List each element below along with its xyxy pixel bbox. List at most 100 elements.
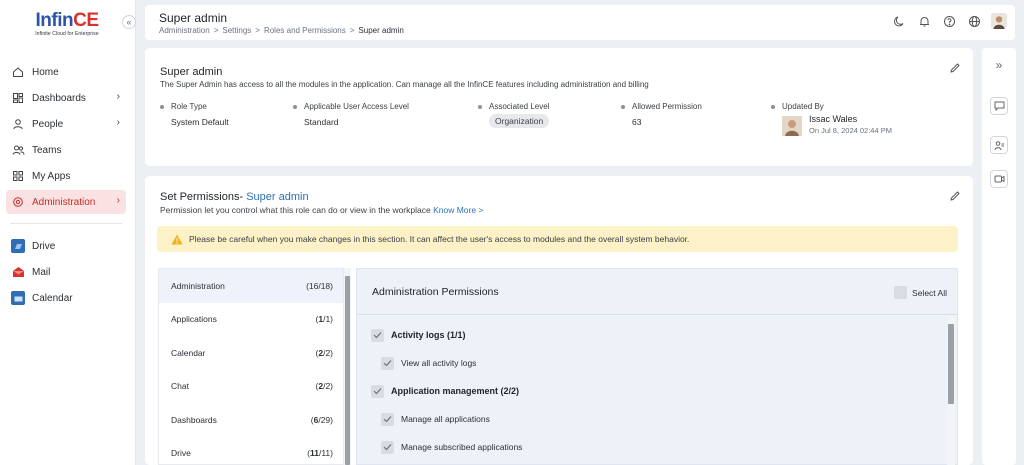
calendar-icon <box>11 291 25 305</box>
bullet-dot <box>160 104 164 109</box>
contacts-icon[interactable] <box>990 136 1008 154</box>
updated-date: On Jul 8, 2024 02:44 PM <box>809 126 892 135</box>
permissions-title-prefix: Set Permissions- <box>160 191 247 203</box>
permission-item-manage-subscribed-applications[interactable]: Manage subscribed applications <box>371 433 957 461</box>
right-rail: » <box>982 48 1016 465</box>
permission-item-manage-all-applications[interactable]: Manage all applications <box>371 405 957 433</box>
logo-text-infin: Infin <box>35 10 74 31</box>
sidebar-item-label: People <box>32 118 64 130</box>
access-level-field: Applicable User Access Level Standard <box>293 102 409 127</box>
sidebar-item-label: Teams <box>32 144 62 156</box>
permission-group-activity-logs[interactable]: Activity logs (1/1) <box>371 321 957 349</box>
moon-icon[interactable] <box>891 13 907 29</box>
category-item-drive[interactable]: Drive (11/11) <box>159 437 343 465</box>
sidebar: InfinCE Infinite Cloud for Enterprise « … <box>0 0 136 465</box>
permission-category-list: Administration (16/18) Applications (1/1… <box>158 268 344 465</box>
edit-pencil-icon[interactable] <box>948 189 962 203</box>
sidebar-item-drive[interactable]: Drive <box>6 234 126 258</box>
breadcrumb-item-administration[interactable]: Administration <box>159 26 210 35</box>
header-actions <box>891 13 1007 29</box>
checkbox-checked[interactable] <box>381 440 394 454</box>
know-more-link[interactable]: Know More > <box>433 205 483 215</box>
expand-rail-icon[interactable]: » <box>990 56 1008 74</box>
permissions-panel: Administration Permissions Select All Ac… <box>356 268 958 465</box>
chevron-right-icon: › <box>116 195 120 206</box>
breadcrumb-item-roles[interactable]: Roles and Permissions <box>264 26 346 35</box>
category-item-administration[interactable]: Administration (16/18) <box>159 269 343 303</box>
sidebar-item-administration[interactable]: Administration › <box>6 190 126 214</box>
updated-by-label: Updated By <box>782 102 824 111</box>
edit-pencil-icon[interactable] <box>948 61 962 75</box>
sidebar-item-mail[interactable]: Mail <box>6 260 126 284</box>
admin-gear-icon <box>11 195 25 209</box>
video-call-icon[interactable] <box>990 170 1008 188</box>
sidebar-item-my-apps[interactable]: My Apps <box>6 164 126 188</box>
category-item-calendar[interactable]: Calendar (2/2) <box>159 336 343 370</box>
updater-avatar <box>782 116 802 136</box>
sidebar-item-label: Dashboards <box>32 92 86 104</box>
role-type-label: Role Type <box>171 102 207 111</box>
bullet-dot <box>478 104 482 109</box>
checkbox-checked[interactable] <box>371 328 384 342</box>
category-name: Drive <box>171 448 191 459</box>
bell-icon[interactable] <box>916 13 932 29</box>
select-all-checkbox[interactable]: Select All <box>894 286 947 299</box>
checkbox-checked[interactable] <box>381 356 394 370</box>
breadcrumb-item-settings[interactable]: Settings <box>222 26 251 35</box>
sidebar-divider <box>10 223 122 224</box>
breadcrumb: Administration > Settings > Roles and Pe… <box>159 26 404 35</box>
permission-label: Manage all applications <box>401 414 490 424</box>
sidebar-item-calendar[interactable]: Calendar <box>6 286 126 310</box>
chat-bubble-icon[interactable] <box>990 97 1008 115</box>
permissions-subtitle: Permission let you control what this rol… <box>160 205 483 215</box>
apps-icon <box>11 169 25 183</box>
category-name: Calendar <box>171 347 206 358</box>
sidebar-item-dashboards[interactable]: Dashboards › <box>6 86 126 110</box>
warning-triangle-icon <box>171 233 183 245</box>
permission-group-application-management[interactable]: Application management (2/2) <box>371 377 957 405</box>
updater-name: Issac Wales <box>809 114 858 124</box>
scrollbar-thumb[interactable] <box>948 324 954 404</box>
permission-label: Manage subscribed applications <box>401 442 523 452</box>
category-name: Administration <box>171 280 225 291</box>
bullet-dot <box>293 104 297 109</box>
permissions-panel-title: Administration Permissions <box>372 285 499 298</box>
category-item-applications[interactable]: Applications (1/1) <box>159 303 343 337</box>
page-title: Super admin <box>159 11 228 25</box>
user-avatar[interactable] <box>991 13 1007 29</box>
chevron-right-icon: › <box>116 117 120 128</box>
associated-level-badge: Organization <box>489 114 550 128</box>
associated-level-label: Associated Level <box>489 102 550 111</box>
sidebar-item-people[interactable]: People › <box>6 112 126 136</box>
chevron-right-icon: › <box>116 91 120 102</box>
category-item-chat[interactable]: Chat (2/2) <box>159 370 343 404</box>
double-chevron-left-icon: « <box>126 17 132 27</box>
checkbox-checked[interactable] <box>381 412 394 426</box>
warning-text: Please be careful when you make changes … <box>189 234 690 244</box>
associated-level-field: Associated Level Organization <box>478 102 549 128</box>
checkbox-checked[interactable] <box>371 384 384 398</box>
sidebar-item-home[interactable]: Home <box>6 60 126 84</box>
category-name: Applications <box>171 314 217 325</box>
sidebar-nav: Home Dashboards › People › Teams My Apps… <box>6 60 126 312</box>
drive-icon <box>11 239 25 253</box>
teams-icon <box>11 143 25 157</box>
logo-text-ce: CE <box>73 10 99 31</box>
logo-tagline: Infinite Cloud for Enterprise <box>35 31 99 37</box>
category-item-dashboards[interactable]: Dashboards (6/29) <box>159 403 343 437</box>
infince-logo[interactable]: InfinCE Infinite Cloud for Enterprise <box>34 10 100 38</box>
permissions-title: Set Permissions- Super admin <box>160 191 309 203</box>
collapse-sidebar-button[interactable]: « <box>122 15 136 29</box>
scrollbar-thumb[interactable] <box>345 276 350 465</box>
page-header: Super admin Administration > Settings > … <box>145 5 1015 40</box>
permissions-scrollbar[interactable] <box>947 316 955 465</box>
access-level-label: Applicable User Access Level <box>304 102 409 111</box>
checkbox[interactable] <box>894 286 908 299</box>
globe-icon[interactable] <box>966 13 982 29</box>
help-icon[interactable] <box>941 13 957 29</box>
permission-item-view-activity-logs[interactable]: View all activity logs <box>371 349 957 377</box>
mail-icon <box>11 265 25 279</box>
breadcrumb-separator: > <box>255 26 260 35</box>
category-list-scrollbar[interactable] <box>344 268 351 465</box>
sidebar-item-teams[interactable]: Teams <box>6 138 126 162</box>
